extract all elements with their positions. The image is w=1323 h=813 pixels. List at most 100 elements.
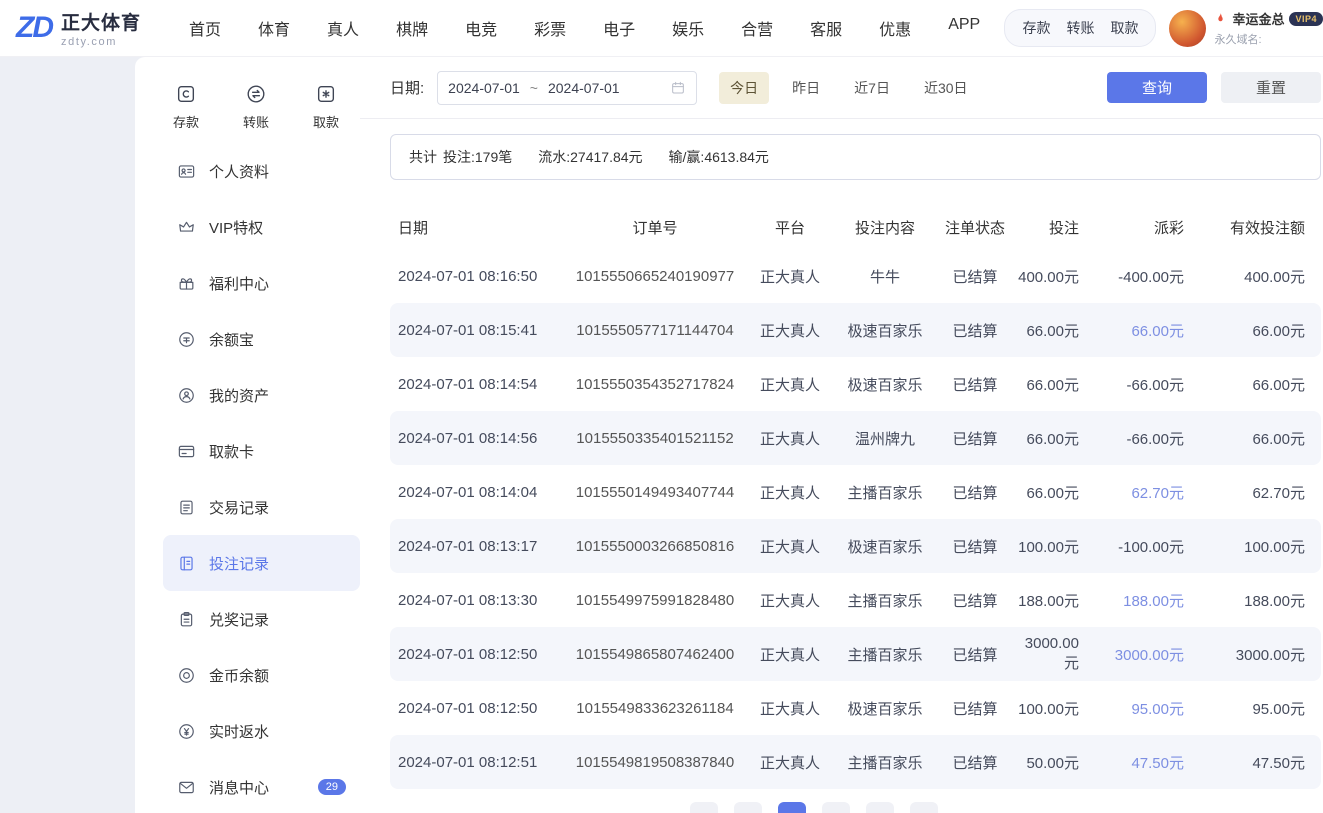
wallet-quick-link[interactable]: 转账 xyxy=(1066,18,1094,38)
cell-valid-amount: 95.00元 xyxy=(1252,700,1305,718)
table-body: 2024-07-01 08:16:50 1015550665240190977 正大… xyxy=(390,249,1321,789)
nav-item[interactable]: 棋牌 xyxy=(396,16,428,40)
card-icon xyxy=(177,442,196,461)
profile-icon xyxy=(177,162,196,181)
date-range-input[interactable]: 2024-07-01 ~ 2024-07-01 xyxy=(437,70,698,105)
table-row: 2024-07-01 08:12:51 1015549819508387840 正大… xyxy=(390,735,1321,789)
brand-name: 正大体育 xyxy=(61,13,142,34)
sidebar-item[interactable]: 实时返水 xyxy=(163,703,360,759)
sidebar-item[interactable]: 消息中心 29 xyxy=(163,759,360,813)
cell-bet-content: 温州牌九 xyxy=(854,430,915,448)
cell-order-number: 1015550003266850816 xyxy=(575,537,735,555)
table-header: 日期 订单号 平台 投注内容 注单状态 投注 派彩 有效投注额 xyxy=(390,205,1321,249)
date-preset[interactable]: 昨日 xyxy=(781,72,831,104)
calendar-icon xyxy=(670,80,686,96)
yuebao-icon xyxy=(177,330,196,349)
cell-valid-amount: 47.50元 xyxy=(1252,754,1305,772)
sidebar-item-label: 实时返水 xyxy=(209,723,270,741)
user-name: 幸运金总 xyxy=(1232,12,1285,27)
sidebar-item[interactable]: 交易记录 xyxy=(163,479,360,535)
cell-bet-amount: 188.00元 xyxy=(1018,592,1079,610)
sidebar-item[interactable]: 余额宝 xyxy=(163,311,360,367)
brand-logo[interactable]: ZD 正大体育 zdty.com xyxy=(16,8,142,49)
date-preset[interactable]: 近30日 xyxy=(913,72,979,104)
nav-item[interactable]: 电竞 xyxy=(465,16,497,40)
nav-item[interactable]: 优惠 xyxy=(879,16,911,40)
cell-payout: 62.70元 xyxy=(1131,484,1184,502)
wallet-quick-link[interactable]: 取款 xyxy=(1110,18,1138,38)
nav-item[interactable]: 合营 xyxy=(741,16,773,40)
table-row: 2024-07-01 08:13:17 1015550003266850816 正大… xyxy=(390,519,1321,573)
cell-order-number: 1015550335401521152 xyxy=(576,429,734,447)
cell-bet-content: 极速百家乐 xyxy=(847,322,923,340)
quick-action[interactable]: 转账 xyxy=(233,83,279,131)
cell-order-number: 1015549833623261184 xyxy=(576,699,734,717)
cell-platform: 正大真人 xyxy=(759,376,820,394)
cell-bet-amount: 100.00元 xyxy=(1018,700,1079,718)
cell-status: 已结算 xyxy=(952,484,998,502)
vip-badge: VIP4 xyxy=(1289,11,1323,26)
quick-action[interactable]: 取款 xyxy=(303,83,349,131)
date-preset[interactable]: 近7日 xyxy=(843,72,901,104)
cell-bet-content: 牛牛 xyxy=(869,268,900,286)
cell-date: 2024-07-01 08:12:50 xyxy=(398,645,538,663)
cell-date: 2024-07-01 08:12:51 xyxy=(398,753,538,771)
sidebar-item-label: 个人资料 xyxy=(209,163,270,181)
sidebar-item[interactable]: 取款卡 xyxy=(163,423,360,479)
table-row: 2024-07-01 08:15:41 1015550577171144704 正大… xyxy=(390,303,1321,357)
cell-order-number: 1015550354352717824 xyxy=(575,375,735,393)
sidebar-item[interactable]: 兑奖记录 xyxy=(163,591,360,647)
sidebar-item-label: 取款卡 xyxy=(209,443,255,461)
sidebar-item-label: 我的资产 xyxy=(209,387,270,405)
welfare-icon xyxy=(177,274,196,293)
wallet-quick-link[interactable]: 存款 xyxy=(1022,18,1050,38)
deposit-icon xyxy=(175,83,197,105)
page-button[interactable] xyxy=(865,802,894,813)
page-button[interactable] xyxy=(733,802,762,813)
nav-item[interactable]: 彩票 xyxy=(534,16,566,40)
sidebar-item[interactable]: 金币余额 xyxy=(163,647,360,703)
page-button[interactable] xyxy=(821,802,850,813)
user-widget[interactable]: 幸运金总 VIP4 永久域名: xyxy=(1169,9,1323,47)
cell-date: 2024-07-01 08:16:50 xyxy=(398,267,538,285)
nav-item[interactable]: 娱乐 xyxy=(672,16,704,40)
sidebar-quick-actions: 存款 转账 取款 xyxy=(163,83,360,131)
date-to: 2024-07-01 xyxy=(547,79,620,96)
nav-item[interactable]: 客服 xyxy=(810,16,842,40)
pagination xyxy=(348,802,1279,813)
date-preset[interactable]: 今日 xyxy=(719,71,770,104)
quick-action[interactable]: 存款 xyxy=(163,83,209,131)
cell-bet-amount: 3000.00元 xyxy=(1024,635,1079,672)
cell-payout: -66.00元 xyxy=(1126,376,1184,394)
page-button[interactable] xyxy=(909,802,938,813)
column-header: 投注 xyxy=(1048,219,1079,237)
sidebar-item[interactable]: VIP特权 xyxy=(163,199,360,255)
cell-platform: 正大真人 xyxy=(759,646,820,664)
cell-bet-amount: 66.00元 xyxy=(1026,430,1079,448)
page-button[interactable] xyxy=(777,802,806,813)
reset-button[interactable]: 重置 xyxy=(1221,72,1321,103)
column-header: 有效投注额 xyxy=(1229,219,1305,237)
sidebar-item-label: 投注记录 xyxy=(209,555,270,573)
sidebar-item[interactable]: 投注记录 xyxy=(163,535,360,591)
cell-platform: 正大真人 xyxy=(759,592,820,610)
page-button[interactable] xyxy=(689,802,718,813)
nav-item[interactable]: 首页 xyxy=(189,16,221,40)
nav-item[interactable]: 体育 xyxy=(258,16,290,40)
sidebar-item[interactable]: 个人资料 xyxy=(163,143,360,199)
cell-date: 2024-07-01 08:15:41 xyxy=(398,321,538,339)
query-button[interactable]: 查询 xyxy=(1107,72,1207,103)
nav-item[interactable]: APP xyxy=(948,16,980,40)
cell-payout: 95.00元 xyxy=(1131,700,1184,718)
vip-icon xyxy=(177,218,196,237)
nav-item[interactable]: 真人 xyxy=(327,16,359,40)
nav-item[interactable]: 电子 xyxy=(603,16,635,40)
cell-bet-content: 主播百家乐 xyxy=(847,754,923,772)
cell-status: 已结算 xyxy=(952,592,998,610)
cell-bet-amount: 50.00元 xyxy=(1026,754,1079,772)
cell-status: 已结算 xyxy=(952,268,998,286)
sidebar-item[interactable]: 我的资产 xyxy=(163,367,360,423)
cell-payout: -400.00元 xyxy=(1118,268,1184,286)
sidebar-item[interactable]: 福利中心 xyxy=(163,255,360,311)
avatar[interactable] xyxy=(1169,9,1207,47)
